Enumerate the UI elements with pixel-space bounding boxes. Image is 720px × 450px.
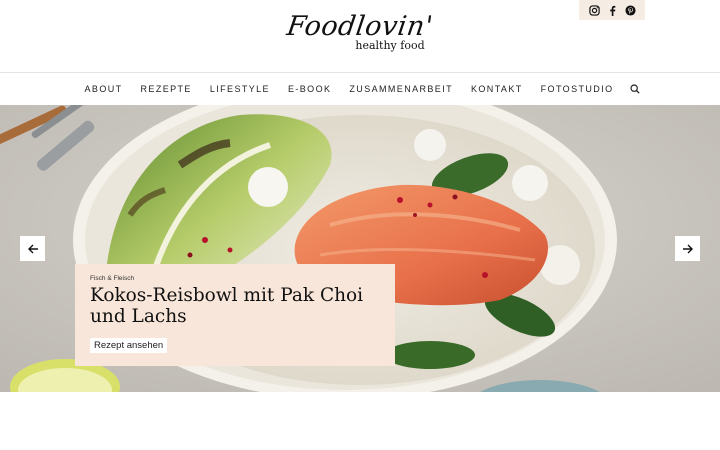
nav-item-ebook[interactable]: E-BOOK <box>279 84 340 94</box>
arrow-right-icon <box>682 244 693 253</box>
nav-item-zusammenarbeit[interactable]: ZUSAMMENARBEIT <box>340 84 462 94</box>
nav-item-about[interactable]: ABOUT <box>76 84 132 94</box>
facebook-icon[interactable] <box>606 4 619 17</box>
arrow-left-icon <box>27 244 38 253</box>
social-links <box>579 0 645 20</box>
pinterest-icon[interactable] <box>624 4 637 17</box>
recipe-title[interactable]: Kokos-Reisbowl mit Pak Choi und Lachs <box>90 285 380 327</box>
nav-item-lifestyle[interactable]: LIFESTYLE <box>201 84 279 94</box>
slider-next-button[interactable] <box>675 236 700 261</box>
nav-item-kontakt[interactable]: KONTAKT <box>462 84 532 94</box>
site-header: Foodlovin' healthy food <box>0 0 720 72</box>
search-icon[interactable] <box>626 80 644 98</box>
nav-item-rezepte[interactable]: REZEPTE <box>132 84 201 94</box>
logo-script: Foodlovin' <box>285 11 436 42</box>
hero-slider: Fisch & Fleisch Kokos-Reisbowl mit Pak C… <box>0 105 720 392</box>
nav-item-fotostudio[interactable]: FOTOSTUDIO <box>532 84 623 94</box>
recipe-category[interactable]: Fisch & Fleisch <box>90 275 380 282</box>
view-recipe-button[interactable]: Rezept ansehen <box>90 338 168 353</box>
slider-prev-button[interactable] <box>20 236 45 261</box>
main-nav: ABOUT REZEPTE LIFESTYLE E-BOOK ZUSAMMENA… <box>0 72 720 105</box>
instagram-icon[interactable] <box>588 4 601 17</box>
featured-recipe-card: Fisch & Fleisch Kokos-Reisbowl mit Pak C… <box>75 264 395 366</box>
